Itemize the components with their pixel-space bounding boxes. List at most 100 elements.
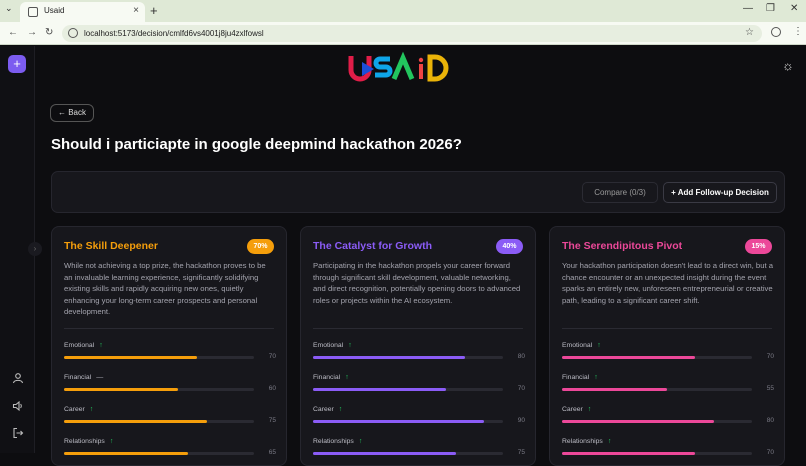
trend-up-icon: ↑ (338, 406, 343, 413)
close-tab-icon[interactable]: × (133, 5, 139, 16)
probability-badge: 15% (745, 239, 772, 254)
metric-bar-track (64, 452, 254, 455)
reload-icon[interactable]: ↻ (45, 27, 53, 38)
trend-up-icon: ↑ (89, 406, 94, 413)
url-text: localhost:5173/decision/cmlfd6vs4001j8ju… (84, 29, 264, 38)
metric-value: 75 (268, 417, 276, 424)
metric-label-group: Emotional ↑ (64, 342, 103, 349)
metric-label: Career (64, 406, 85, 413)
metric-bar-track (562, 356, 752, 359)
browser-menu-icon[interactable]: ⋮ (793, 26, 803, 37)
metric-bar-track (64, 388, 254, 391)
metric-row: Financial — 60 (64, 374, 276, 400)
metric-label: Relationships (64, 438, 105, 445)
page-favicon-icon (28, 7, 38, 17)
metric-bar-track (562, 420, 752, 423)
browser-tab[interactable]: Usaid × (20, 2, 145, 22)
outcome-card-title: The Serendipitous Pivot (562, 240, 683, 252)
metric-row: Emotional ↑ 70 (562, 342, 774, 368)
metric-row: Emotional ↑ 70 (64, 342, 276, 368)
tab-search-icon[interactable]: ⌄ (5, 3, 13, 14)
page-title: Should i particiapte in google deepmind … (51, 136, 462, 153)
trend-up-icon: ↑ (109, 438, 114, 445)
metric-bar-fill (562, 388, 667, 391)
metric-label: Career (562, 406, 583, 413)
metric-bar-track (313, 420, 503, 423)
metric-bar-fill (562, 420, 714, 423)
sidebar-collapse-button[interactable]: › (28, 242, 42, 256)
minimize-icon[interactable]: — (743, 3, 753, 14)
close-window-icon[interactable]: ✕ (790, 3, 798, 14)
metric-label: Relationships (562, 438, 603, 445)
metric-label: Career (313, 406, 334, 413)
metric-row: Career ↑ 75 (64, 406, 276, 432)
card-divider (64, 328, 274, 329)
metric-row: Relationships ↑ 70 (562, 438, 774, 464)
tab-title: Usaid (44, 6, 65, 15)
metric-row: Relationships ↑ 65 (64, 438, 276, 464)
outcome-card[interactable]: The Catalyst for Growth 40% Participating … (300, 226, 536, 466)
forward-nav-icon[interactable]: → (27, 27, 37, 38)
address-bar[interactable]: localhost:5173/decision/cmlfd6vs4001j8ju… (62, 25, 762, 42)
metric-label: Emotional (562, 342, 593, 349)
metric-row: Financial ↑ 55 (562, 374, 774, 400)
outcome-card-description: Participating in the hackathon propels y… (313, 261, 521, 305)
user-icon[interactable] (11, 372, 24, 385)
site-info-icon[interactable] (68, 28, 78, 38)
metric-bar-fill (64, 356, 197, 359)
trend-up-icon: ↑ (587, 406, 592, 413)
metric-bar-fill (313, 420, 484, 423)
outcome-card-title: The Skill Deepener (64, 240, 158, 252)
metric-label-group: Career ↑ (313, 406, 342, 413)
speaker-icon[interactable] (11, 400, 24, 413)
metric-row: Career ↑ 90 (313, 406, 525, 432)
metric-row: Emotional ↑ 80 (313, 342, 525, 368)
metric-bar-track (562, 452, 752, 455)
metric-value: 80 (766, 417, 774, 424)
add-follow-up-button[interactable]: + Add Follow-up Decision (663, 182, 777, 203)
trend-up-icon: ↑ (358, 438, 363, 445)
new-tab-icon[interactable]: + (150, 3, 158, 18)
bookmark-star-icon[interactable]: ☆ (745, 27, 754, 38)
metric-bar-fill (313, 388, 446, 391)
compare-button[interactable]: Compare (0/3) (582, 182, 658, 203)
metric-value: 70 (766, 353, 774, 360)
metric-label: Financial (562, 374, 590, 381)
metric-bar-fill (64, 420, 207, 423)
metric-bar-fill (313, 356, 465, 359)
decision-action-bar: Compare (0/3) + Add Follow-up Decision (51, 171, 785, 213)
browser-toolbar: ← → ↻ localhost:5173/decision/cmlfd6vs40… (0, 22, 806, 45)
outcome-card[interactable]: The Serendipitous Pivot 15% Your hackathon… (549, 226, 785, 466)
metric-value: 60 (268, 385, 276, 392)
profile-icon[interactable] (771, 27, 781, 37)
metric-bar-fill (313, 452, 456, 455)
logout-icon[interactable] (11, 427, 24, 440)
back-nav-icon[interactable]: ← (8, 27, 18, 38)
metric-label: Financial (313, 374, 341, 381)
metric-value: 90 (517, 417, 525, 424)
outcome-card-description: While not achieving a top prize, the hac… (64, 261, 266, 317)
browser-tab-strip: ⌄ Usaid × + — ❐ ✕ (0, 0, 806, 22)
metric-bar-track (313, 356, 503, 359)
trend-up-icon: ↑ (607, 438, 612, 445)
metric-value: 80 (517, 353, 525, 360)
new-decision-button[interactable]: + (8, 55, 26, 73)
metric-value: 70 (517, 385, 525, 392)
metric-label: Emotional (64, 342, 95, 349)
back-button[interactable]: ← Back (50, 104, 94, 122)
trend-neutral-icon: — (96, 374, 104, 381)
theme-toggle-sun-icon[interactable]: ☼ (782, 58, 794, 73)
restore-icon[interactable]: ❐ (766, 3, 775, 14)
metric-label-group: Relationships ↑ (313, 438, 362, 445)
metric-bar-fill (562, 356, 695, 359)
metric-bar-track (64, 356, 254, 359)
metric-label: Emotional (313, 342, 344, 349)
metric-label-group: Career ↑ (562, 406, 591, 413)
metric-label-group: Financial — (64, 374, 103, 381)
metric-label-group: Financial ↑ (562, 374, 598, 381)
outcome-card[interactable]: The Skill Deepener 70% While not achieving… (51, 226, 287, 466)
trend-up-icon: ↑ (348, 342, 352, 349)
metric-row: Career ↑ 80 (562, 406, 774, 432)
trend-up-icon: ↑ (594, 374, 598, 381)
metric-label: Financial (64, 374, 92, 381)
